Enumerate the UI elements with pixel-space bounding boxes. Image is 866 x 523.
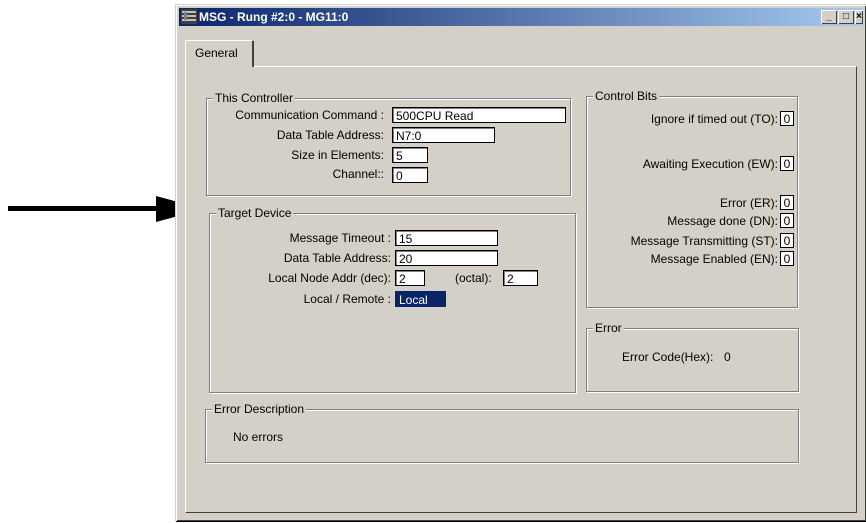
control-bit-value-ew[interactable]: 0 (780, 156, 794, 171)
communication-command-field[interactable]: 500CPU Read (392, 107, 566, 123)
tab-general-label: General (195, 46, 238, 60)
error-title: Error (593, 321, 624, 335)
control-bit-label-st: Message Transmitting (ST): (630, 234, 778, 248)
error-description-title: Error Description (212, 402, 307, 416)
control-bit-label-en: Message Enabled (EN): (650, 252, 778, 266)
target-device-title: Target Device (216, 206, 294, 220)
local-remote-select[interactable]: Local (395, 291, 446, 307)
general-tab-panel: This Controller Communication Command : … (185, 66, 857, 513)
error-description-group: Error Description No errors (205, 402, 799, 463)
octal-field[interactable]: 2 (503, 270, 538, 286)
maximize-icon: □ (842, 11, 850, 22)
size-in-elements-field[interactable]: 5 (392, 147, 428, 163)
this-controller-title: This Controller (213, 91, 296, 105)
msg-dialog-window: MSG - Rung #2:0 - MG11:0 _ □ × General T… (175, 4, 866, 521)
error-description-text: No errors (233, 430, 284, 444)
target-data-table-address-label: Data Table Address: (283, 251, 391, 265)
channel-label: Channel:: (332, 167, 384, 181)
control-bits-title: Control Bits (593, 89, 660, 103)
local-remote-label: Local / Remote : (303, 292, 391, 306)
control-bit-value-st[interactable]: 0 (780, 233, 794, 248)
control-bit-label-dn: Message done (DN): (667, 214, 778, 228)
annotation-arrow-shaft (8, 206, 160, 211)
message-timeout-label: Message Timeout : (289, 231, 391, 245)
local-node-addr-label: Local Node Addr (dec): (268, 271, 391, 285)
error-group: Error Error Code(Hex): 0 (586, 321, 799, 392)
this-controller-group: This Controller Communication Command : … (206, 91, 571, 196)
octal-label: (octal): (455, 271, 492, 285)
close-button[interactable]: × (855, 10, 863, 24)
app-icon (181, 9, 197, 24)
communication-command-label: Communication Command : (235, 108, 384, 122)
maximize-button[interactable]: □ (838, 10, 854, 24)
data-table-address-label: Data Table Address: (276, 128, 384, 142)
control-bit-value-dn[interactable]: 0 (780, 213, 794, 228)
data-table-address-field[interactable]: N7:0 (392, 127, 495, 143)
size-in-elements-label: Size in Elements: (291, 148, 384, 162)
control-bit-value-to[interactable]: 0 (780, 111, 794, 126)
control-bit-value-en[interactable]: 0 (780, 251, 794, 266)
tab-general[interactable]: General (185, 40, 254, 67)
control-bit-label-er: Error (ER): (720, 196, 778, 210)
control-bit-label-to: Ignore if timed out (TO): (650, 112, 778, 126)
channel-field[interactable]: 0 (392, 167, 428, 183)
title-bar[interactable]: MSG - Rung #2:0 - MG11:0 _ □ × (179, 8, 863, 26)
target-device-group: Target Device Message Timeout : 15 Data … (209, 206, 576, 393)
minimize-icon: _ (826, 11, 832, 22)
local-node-addr-field[interactable]: 2 (395, 270, 425, 286)
minimize-button[interactable]: _ (821, 10, 837, 24)
error-code-value: 0 (724, 350, 731, 364)
control-bits-group: Control Bits Ignore if timed out (TO): 0… (586, 89, 798, 308)
target-data-table-address-field[interactable]: 20 (395, 250, 498, 266)
error-code-label: Error Code(Hex): (622, 350, 714, 364)
window-title: MSG - Rung #2:0 - MG11:0 (199, 10, 349, 24)
control-bit-label-ew: Awaiting Execution (EW): (642, 157, 778, 171)
message-timeout-field[interactable]: 15 (395, 230, 498, 246)
close-icon: × (856, 11, 862, 22)
control-bit-value-er[interactable]: 0 (780, 195, 794, 210)
